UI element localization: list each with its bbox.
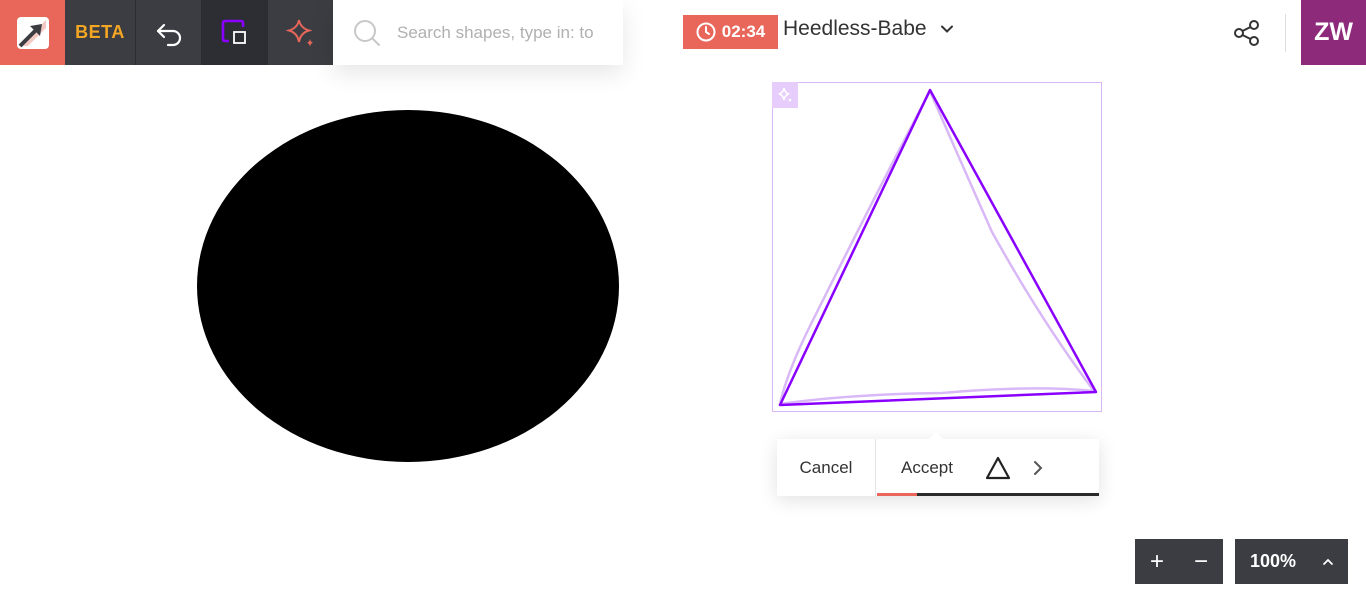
- header-divider: [1285, 14, 1286, 52]
- accept-button[interactable]: Accept: [876, 439, 978, 496]
- search-input[interactable]: [395, 21, 619, 44]
- magic-tool-button[interactable]: [267, 0, 333, 65]
- suggestion-caret: [929, 432, 943, 439]
- magic-sparkle-icon: [284, 19, 313, 46]
- cancel-button[interactable]: Cancel: [777, 439, 876, 496]
- zoom-level-value: 100%: [1250, 551, 1297, 571]
- search-icon: [354, 19, 380, 46]
- suggested-shape-option[interactable]: [978, 439, 1018, 496]
- app-logo[interactable]: [0, 0, 65, 65]
- accept-progress-fill: [877, 493, 917, 496]
- undo-icon: [156, 23, 181, 46]
- logo-icon: [16, 16, 49, 49]
- chevron-right-icon: [1034, 460, 1043, 475]
- beta-badge: BETA: [65, 0, 135, 65]
- undo-button[interactable]: [135, 0, 201, 65]
- session-timer: 02:34: [683, 15, 778, 49]
- share-icon: [1234, 20, 1259, 46]
- shape-search: [333, 0, 623, 65]
- zoom-out-button[interactable]: −: [1179, 539, 1223, 584]
- chevron-up-icon: [1323, 558, 1333, 565]
- document-name: Heedless-Babe: [783, 17, 927, 40]
- shape-select-icon: [221, 19, 246, 44]
- next-suggestion-button[interactable]: [1018, 439, 1058, 496]
- recognized-triangle: [778, 88, 1098, 407]
- magic-suggestion-chip[interactable]: [772, 82, 798, 108]
- ellipse-shape[interactable]: [197, 110, 619, 462]
- shape-suggestion-bar: Cancel Accept: [777, 432, 1099, 496]
- top-toolbar: BETA: [0, 0, 623, 65]
- zoom-controls: + −: [1135, 539, 1223, 584]
- hand-drawn-stroke: [778, 90, 1097, 406]
- shape-select-button[interactable]: [201, 0, 267, 65]
- triangle-icon: [985, 456, 1011, 479]
- document-name-menu[interactable]: Heedless-Babe: [783, 17, 955, 41]
- share-button[interactable]: [1230, 16, 1264, 50]
- sparkle-icon: [778, 87, 792, 102]
- clock-icon: [696, 22, 716, 42]
- zoom-in-button[interactable]: +: [1135, 539, 1179, 584]
- triangle-suggestion[interactable]: [772, 82, 1102, 412]
- chevron-down-icon: [940, 25, 953, 33]
- timer-value: 02:34: [721, 22, 766, 41]
- zoom-level-menu[interactable]: 100%: [1235, 539, 1348, 584]
- user-avatar[interactable]: ZW: [1301, 0, 1366, 65]
